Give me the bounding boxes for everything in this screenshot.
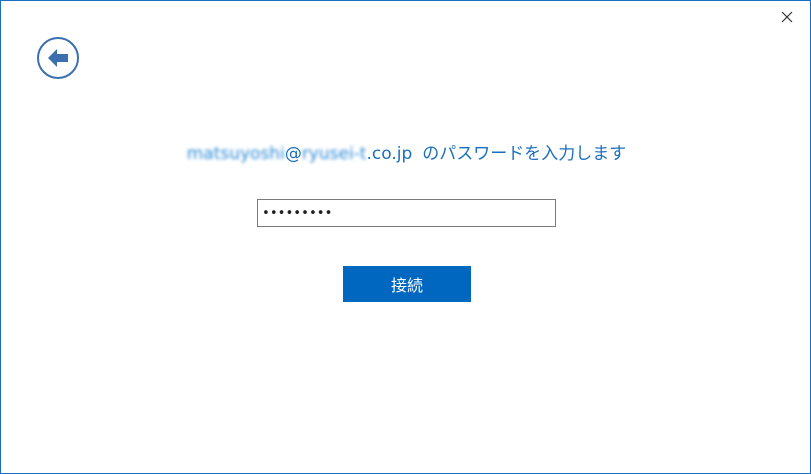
- email-user-blurred: matsuyoshi: [186, 144, 285, 164]
- email-suffix: .co.jp: [366, 144, 413, 164]
- close-icon: [781, 11, 793, 23]
- connect-button-label: 接続: [390, 276, 423, 295]
- prompt-text: のパスワードを入力します: [422, 144, 627, 164]
- password-prompt: matsuyoshi@ryusei-t.co.jp のパスワードを入力します: [1, 139, 811, 164]
- password-field[interactable]: [257, 199, 556, 227]
- back-arrow-icon: [48, 49, 68, 67]
- password-dialog: matsuyoshi@ryusei-t.co.jp のパスワードを入力します 接続: [0, 0, 811, 474]
- connect-button[interactable]: 接続: [343, 266, 471, 302]
- email-at: @: [284, 144, 302, 164]
- close-button[interactable]: [772, 5, 802, 29]
- email-domain-blurred: ryusei-t: [301, 144, 367, 164]
- back-button[interactable]: [37, 37, 79, 79]
